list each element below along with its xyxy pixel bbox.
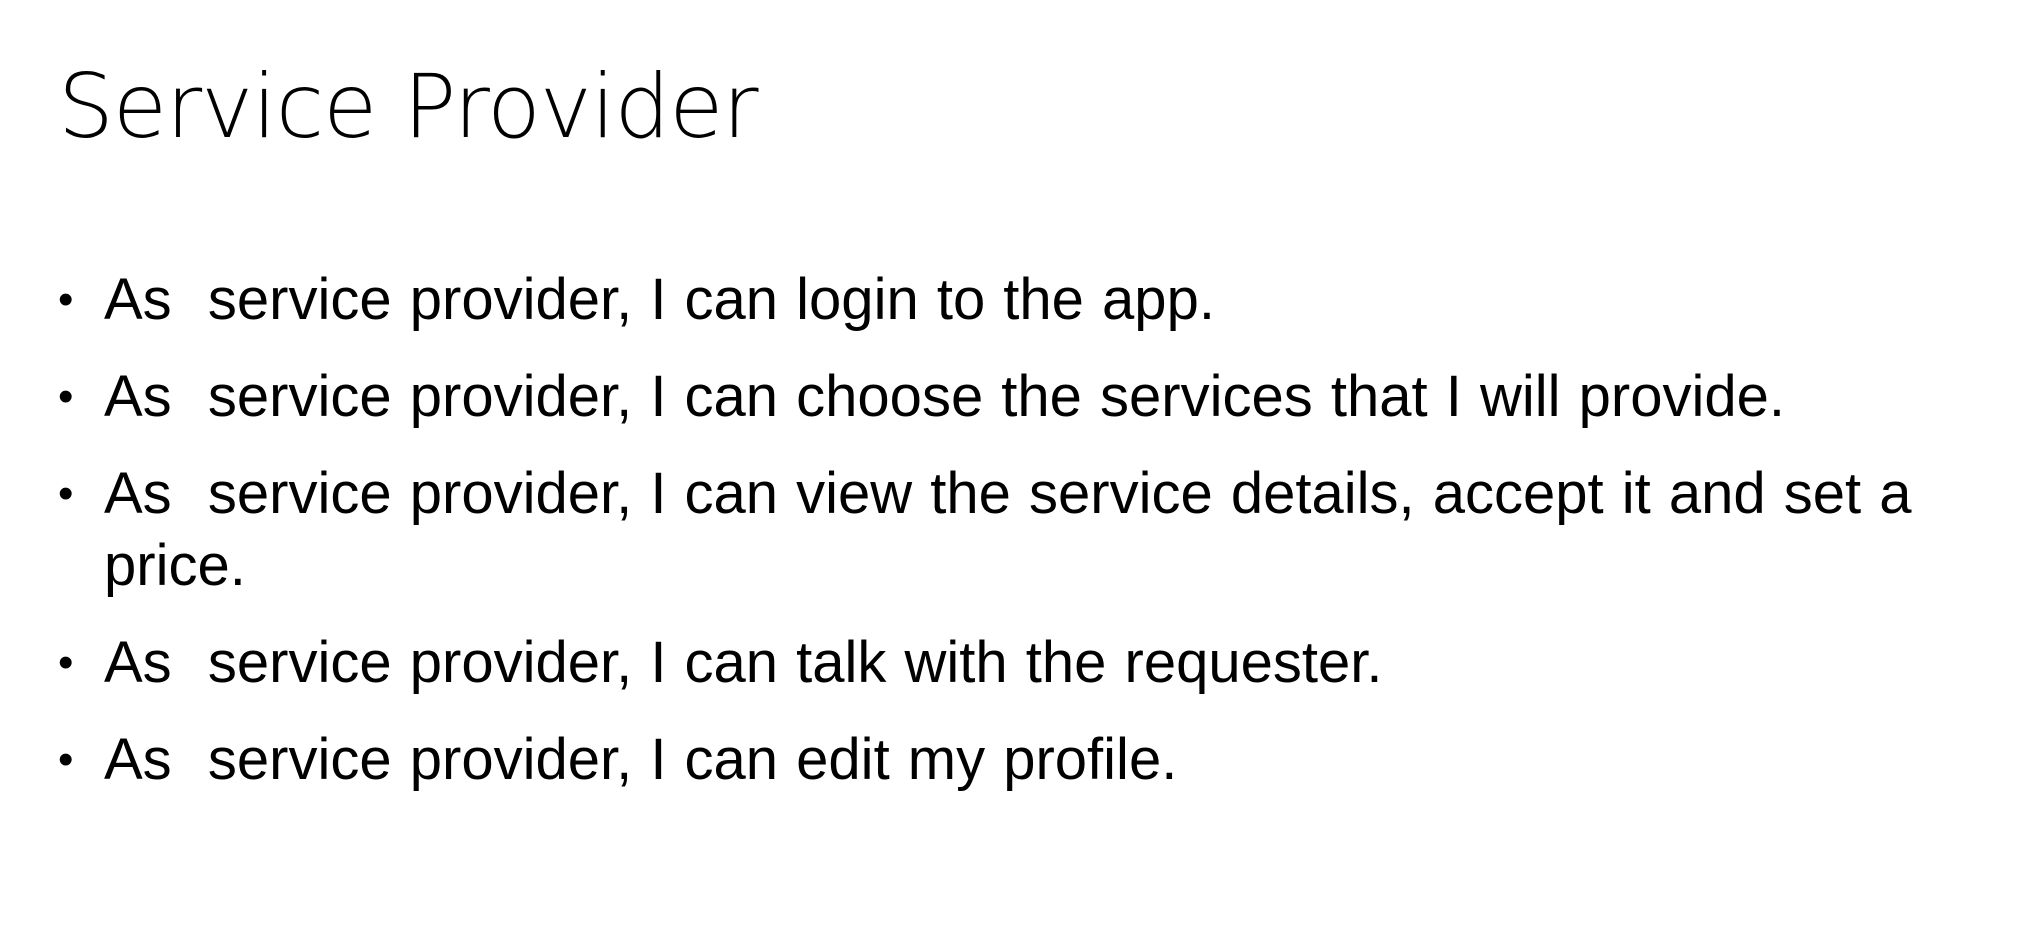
- bullet-text: As service provider, I can choose the se…: [104, 364, 1785, 429]
- list-item: • As service provider, I can login to th…: [58, 264, 2018, 336]
- bullet-dot-icon: •: [58, 469, 74, 518]
- bullet-text: As service provider, I can edit my profi…: [104, 727, 1178, 792]
- bullet-list: • As service provider, I can login to th…: [58, 264, 2018, 821]
- bullet-text: As service provider, I can talk with the…: [104, 630, 1383, 695]
- list-item: • As service provider, I can talk with t…: [58, 627, 2018, 699]
- list-item: • As service provider, I can edit my pro…: [58, 724, 2018, 796]
- slide-title: Service Provider: [58, 55, 759, 158]
- bullet-text: As service provider, I can login to the …: [104, 267, 1215, 332]
- list-item: • As service provider, I can choose the …: [58, 361, 2018, 433]
- bullet-dot-icon: •: [58, 735, 74, 784]
- bullet-dot-icon: •: [58, 372, 74, 421]
- bullet-text: As service provider, I can view the serv…: [104, 461, 1930, 598]
- bullet-dot-icon: •: [58, 638, 74, 687]
- slide: Service Provider • As service provider, …: [0, 0, 2031, 935]
- list-item: • As service provider, I can view the se…: [58, 458, 2018, 602]
- bullet-dot-icon: •: [58, 275, 74, 324]
